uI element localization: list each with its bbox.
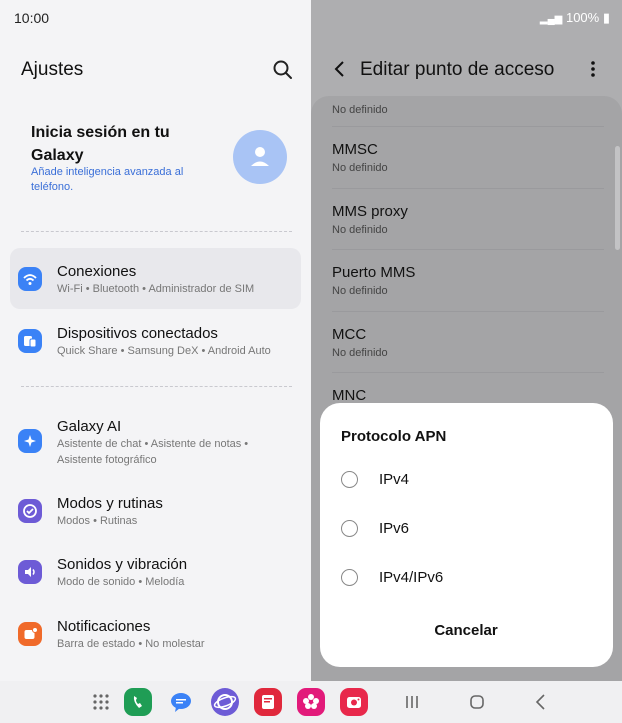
battery-level: 100% xyxy=(565,10,600,25)
gallery-icon[interactable] xyxy=(297,688,325,716)
apn-row-mms-proxy[interactable]: MMS proxy No definido xyxy=(332,203,604,236)
apn-value: No definido xyxy=(332,224,388,236)
apn-row-mcc[interactable]: MCC No definido xyxy=(332,326,604,359)
menu-item-subtitle: Wi-Fi • Bluetooth • Administrador de SIM xyxy=(57,283,255,295)
option-ipv4[interactable]: IPv4 xyxy=(341,462,601,498)
apn-value: No definido xyxy=(332,162,388,174)
apn-row-mmsc[interactable]: MMSC No definido xyxy=(332,141,604,174)
apn-value: No definido xyxy=(332,347,388,359)
notes-icon[interactable] xyxy=(254,688,282,716)
menu-item-notificaciones[interactable]: Notificaciones Barra de estado • No mole… xyxy=(10,605,301,663)
row-divider xyxy=(332,249,604,250)
row-divider xyxy=(332,188,604,189)
internet-icon[interactable] xyxy=(211,688,239,716)
camera-icon[interactable] xyxy=(340,688,368,716)
page-title: Editar punto de acceso xyxy=(360,59,555,80)
apn-label: MNC xyxy=(332,387,367,404)
more-options-button[interactable] xyxy=(583,58,603,80)
option-ipv6[interactable]: IPv6 xyxy=(341,511,601,547)
cancel-button[interactable]: Cancelar xyxy=(416,622,516,646)
profile-title: Inicia sesión en tu Galaxy xyxy=(31,124,170,164)
section-divider xyxy=(21,231,292,232)
option-label: IPv4/IPv6 xyxy=(379,569,444,586)
row-divider xyxy=(332,311,604,312)
apps-grid-icon[interactable] xyxy=(87,688,115,716)
volume-icon xyxy=(18,560,42,584)
devices-icon xyxy=(18,329,42,353)
battery-icon: ▮ xyxy=(602,10,610,25)
avatar[interactable] xyxy=(233,130,287,184)
search-button[interactable] xyxy=(270,57,296,83)
menu-item-title: Sonidos y vibración xyxy=(57,556,188,573)
apn-label: MMSC xyxy=(332,141,378,158)
menu-item-title: Modos y rutinas xyxy=(57,495,163,512)
menu-item-subtitle: Modos • Rutinas xyxy=(57,515,138,527)
apn-protocol-dialog: Protocolo APN IPv4 IPv6 IPv4/IPv6 Cancel… xyxy=(320,403,613,667)
apn-value: No definido xyxy=(332,104,388,116)
recents-icon[interactable] xyxy=(398,688,426,716)
settings-panel: 10:00 Ajustes Inicia sesión en tu Galaxy… xyxy=(0,0,311,681)
phone-icon[interactable] xyxy=(124,688,152,716)
profile-subtitle: Añade inteligencia avanzada al teléfono. xyxy=(31,166,184,193)
sparkle-icon xyxy=(18,429,42,453)
apn-row-mnc[interactable]: MNC xyxy=(332,387,604,404)
search-icon xyxy=(273,60,292,79)
apn-label: MMS proxy xyxy=(332,203,408,220)
check-circle-icon xyxy=(18,499,42,523)
taskbar xyxy=(0,681,622,723)
menu-item-sonidos[interactable]: Sonidos y vibración Modo de sonido • Mel… xyxy=(10,544,301,602)
menu-item-title: Galaxy AI xyxy=(57,418,122,435)
radio-button[interactable] xyxy=(341,520,358,537)
back-icon[interactable] xyxy=(527,688,555,716)
status-time: 10:00 xyxy=(14,10,50,26)
chevron-left-icon xyxy=(334,61,344,77)
menu-item-subtitle: Asistente de chat • Asistente de notas •… xyxy=(57,438,249,466)
row-divider xyxy=(332,372,604,373)
page-title: Ajustes xyxy=(21,59,84,80)
messages-icon[interactable] xyxy=(167,688,195,716)
menu-item-title: Dispositivos conectados xyxy=(57,325,218,342)
menu-item-galaxy-ai[interactable]: Galaxy AI Asistente de chat • Asistente … xyxy=(10,405,301,477)
menu-item-subtitle: Barra de estado • No molestar xyxy=(57,638,205,650)
person-icon xyxy=(251,147,269,166)
back-button[interactable] xyxy=(329,58,351,80)
option-ipv4-ipv6[interactable]: IPv4/IPv6 xyxy=(341,560,601,596)
menu-item-conexiones[interactable]: Conexiones Wi-Fi • Bluetooth • Administr… xyxy=(10,248,301,309)
menu-item-title: Conexiones xyxy=(57,263,137,280)
option-label: IPv4 xyxy=(379,471,410,488)
option-label: IPv6 xyxy=(379,520,410,537)
status-battery: ▂▄▆ 100% ▮ xyxy=(540,10,610,26)
radio-button[interactable] xyxy=(341,471,358,488)
home-icon[interactable] xyxy=(463,688,491,716)
menu-item-subtitle: Modo de sonido • Melodía xyxy=(57,576,185,588)
scrollbar[interactable] xyxy=(615,146,620,250)
wifi-icon xyxy=(18,267,42,291)
row-divider xyxy=(332,126,604,127)
dialog-title: Protocolo APN xyxy=(341,428,447,445)
menu-item-subtitle: Quick Share • Samsung DeX • Android Auto xyxy=(57,345,271,357)
signal-icon: ▂▄▆ xyxy=(539,14,563,25)
radio-button[interactable] xyxy=(341,569,358,586)
more-vertical-icon xyxy=(591,61,595,77)
apn-value: No definido xyxy=(332,285,388,297)
apn-editor-panel: ▂▄▆ 100% ▮ Editar punto de acceso No def… xyxy=(311,0,622,681)
apn-row-partial[interactable]: No definido xyxy=(332,100,604,116)
bell-icon xyxy=(18,622,42,646)
menu-item-modos[interactable]: Modos y rutinas Modos • Rutinas xyxy=(10,482,301,540)
samsung-account-card[interactable]: Inicia sesión en tu Galaxy Añade intelig… xyxy=(10,104,301,212)
apn-label: MCC xyxy=(332,326,367,343)
menu-item-title: Notificaciones xyxy=(57,618,151,635)
apn-row-puerto-mms[interactable]: Puerto MMS No definido xyxy=(332,264,604,297)
menu-item-dispositivos[interactable]: Dispositivos conectados Quick Share • Sa… xyxy=(10,312,301,370)
apn-label: Puerto MMS xyxy=(332,264,416,281)
section-divider xyxy=(21,386,292,387)
